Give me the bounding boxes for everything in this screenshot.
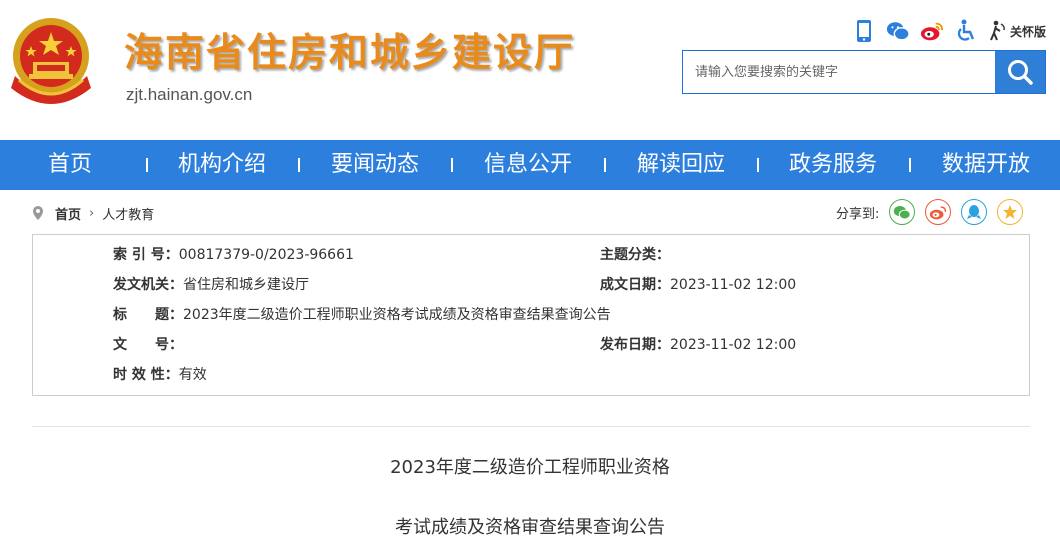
wechat-icon[interactable] bbox=[886, 19, 910, 43]
nav-item-about[interactable]: 机构介绍 bbox=[178, 140, 266, 190]
breadcrumb-arrow-icon: › bbox=[89, 205, 95, 221]
article-title-line-2: 考试成绩及资格审查结果查询公告 bbox=[395, 517, 665, 538]
meta-created-value: 2023-11-02 12:00 bbox=[670, 277, 797, 293]
nav-item-open-data[interactable]: 数据开放 bbox=[942, 140, 1030, 190]
search-box bbox=[682, 50, 1046, 94]
meta-title: 标 题：2023年度二级造价工程师职业资格考试成绩及资格审查结果查询公告 bbox=[113, 305, 611, 325]
meta-issuer-label: 发文机关： bbox=[113, 277, 183, 293]
meta-created: 成文日期：2023-11-02 12:00 bbox=[600, 275, 796, 295]
elder-care-toggle[interactable]: 关怀版 bbox=[988, 19, 1046, 43]
weibo-icon[interactable] bbox=[920, 19, 944, 43]
share-bar: 分享到: bbox=[836, 198, 1033, 226]
nav-item-disclosure[interactable]: 信息公开 bbox=[484, 140, 572, 190]
search-button[interactable] bbox=[995, 51, 1045, 93]
mobile-icon[interactable] bbox=[852, 19, 876, 43]
site-url[interactable]: zjt.hainan.gov.cn bbox=[126, 85, 252, 105]
nav-separator bbox=[298, 158, 300, 172]
nav-separator bbox=[451, 158, 453, 172]
meta-index: 索 引 号：00817379-0/2023-96661 bbox=[113, 245, 354, 265]
national-emblem-logo bbox=[5, 16, 97, 116]
breadcrumb-current[interactable]: 人才教育 bbox=[102, 204, 154, 223]
top-toolbar: 关怀版 bbox=[852, 18, 1046, 44]
elder-care-label: 关怀版 bbox=[1009, 24, 1046, 39]
nav-item-services[interactable]: 政务服务 bbox=[789, 140, 877, 190]
content-divider bbox=[32, 426, 1030, 427]
document-meta-box: 索 引 号：00817379-0/2023-96661 主题分类： 发文机关：省… bbox=[32, 234, 1030, 396]
article-title-line-1: 2023年度二级造价工程师职业资格 bbox=[390, 457, 670, 478]
share-wechat-button[interactable] bbox=[889, 199, 916, 225]
meta-index-value: 00817379-0/2023-96661 bbox=[178, 247, 354, 263]
nav-separator bbox=[757, 158, 759, 172]
meta-published-label: 发布日期： bbox=[600, 337, 670, 353]
breadcrumb: 首页 › 人才教育 bbox=[33, 204, 154, 223]
share-label: 分享到: bbox=[836, 206, 880, 222]
meta-validity-value: 有效 bbox=[178, 367, 207, 383]
nav-item-news[interactable]: 要闻动态 bbox=[331, 140, 419, 190]
meta-topic-label: 主题分类： bbox=[600, 247, 670, 263]
breadcrumb-home[interactable]: 首页 bbox=[55, 204, 81, 223]
accessibility-icon[interactable] bbox=[954, 19, 978, 43]
share-weibo-button[interactable] bbox=[925, 199, 952, 225]
wechat-icon bbox=[894, 205, 912, 219]
location-pin-icon bbox=[33, 206, 43, 220]
meta-issuer: 发文机关：省住房和城乡建设厅 bbox=[113, 275, 309, 295]
meta-docno: 文 号： bbox=[113, 335, 183, 355]
elder-care-icon bbox=[990, 20, 1005, 41]
weibo-icon bbox=[930, 205, 947, 219]
meta-topic: 主题分类： bbox=[600, 245, 670, 265]
meta-title-label: 标 题： bbox=[113, 307, 183, 323]
nav-separator bbox=[909, 158, 911, 172]
search-input[interactable] bbox=[683, 51, 993, 93]
nav-item-interpretation[interactable]: 解读回应 bbox=[637, 140, 725, 190]
meta-created-label: 成文日期： bbox=[600, 277, 670, 293]
qq-icon bbox=[967, 205, 982, 219]
search-icon bbox=[1008, 60, 1033, 85]
site-title: 海南省住房和城乡建设厅 bbox=[124, 31, 576, 76]
meta-docno-label: 文 号： bbox=[113, 337, 183, 353]
meta-validity: 时 效 性：有效 bbox=[113, 365, 207, 385]
nav-separator bbox=[604, 158, 606, 172]
share-favorite-button[interactable] bbox=[997, 199, 1024, 225]
meta-issuer-value: 省住房和城乡建设厅 bbox=[183, 277, 309, 293]
main-nav: 首页 机构介绍 要闻动态 信息公开 解读回应 政务服务 数据开放 bbox=[0, 140, 1060, 190]
meta-index-label: 索 引 号： bbox=[113, 247, 179, 263]
meta-published-value: 2023-11-02 12:00 bbox=[670, 337, 797, 353]
share-qq-button[interactable] bbox=[961, 199, 988, 225]
star-icon bbox=[1003, 205, 1018, 219]
meta-validity-label: 时 效 性： bbox=[113, 367, 179, 383]
nav-separator bbox=[146, 158, 148, 172]
meta-title-value: 2023年度二级造价工程师职业资格考试成绩及资格审查结果查询公告 bbox=[183, 307, 611, 323]
meta-published: 发布日期：2023-11-02 12:00 bbox=[600, 335, 796, 355]
nav-item-home[interactable]: 首页 bbox=[48, 140, 92, 190]
